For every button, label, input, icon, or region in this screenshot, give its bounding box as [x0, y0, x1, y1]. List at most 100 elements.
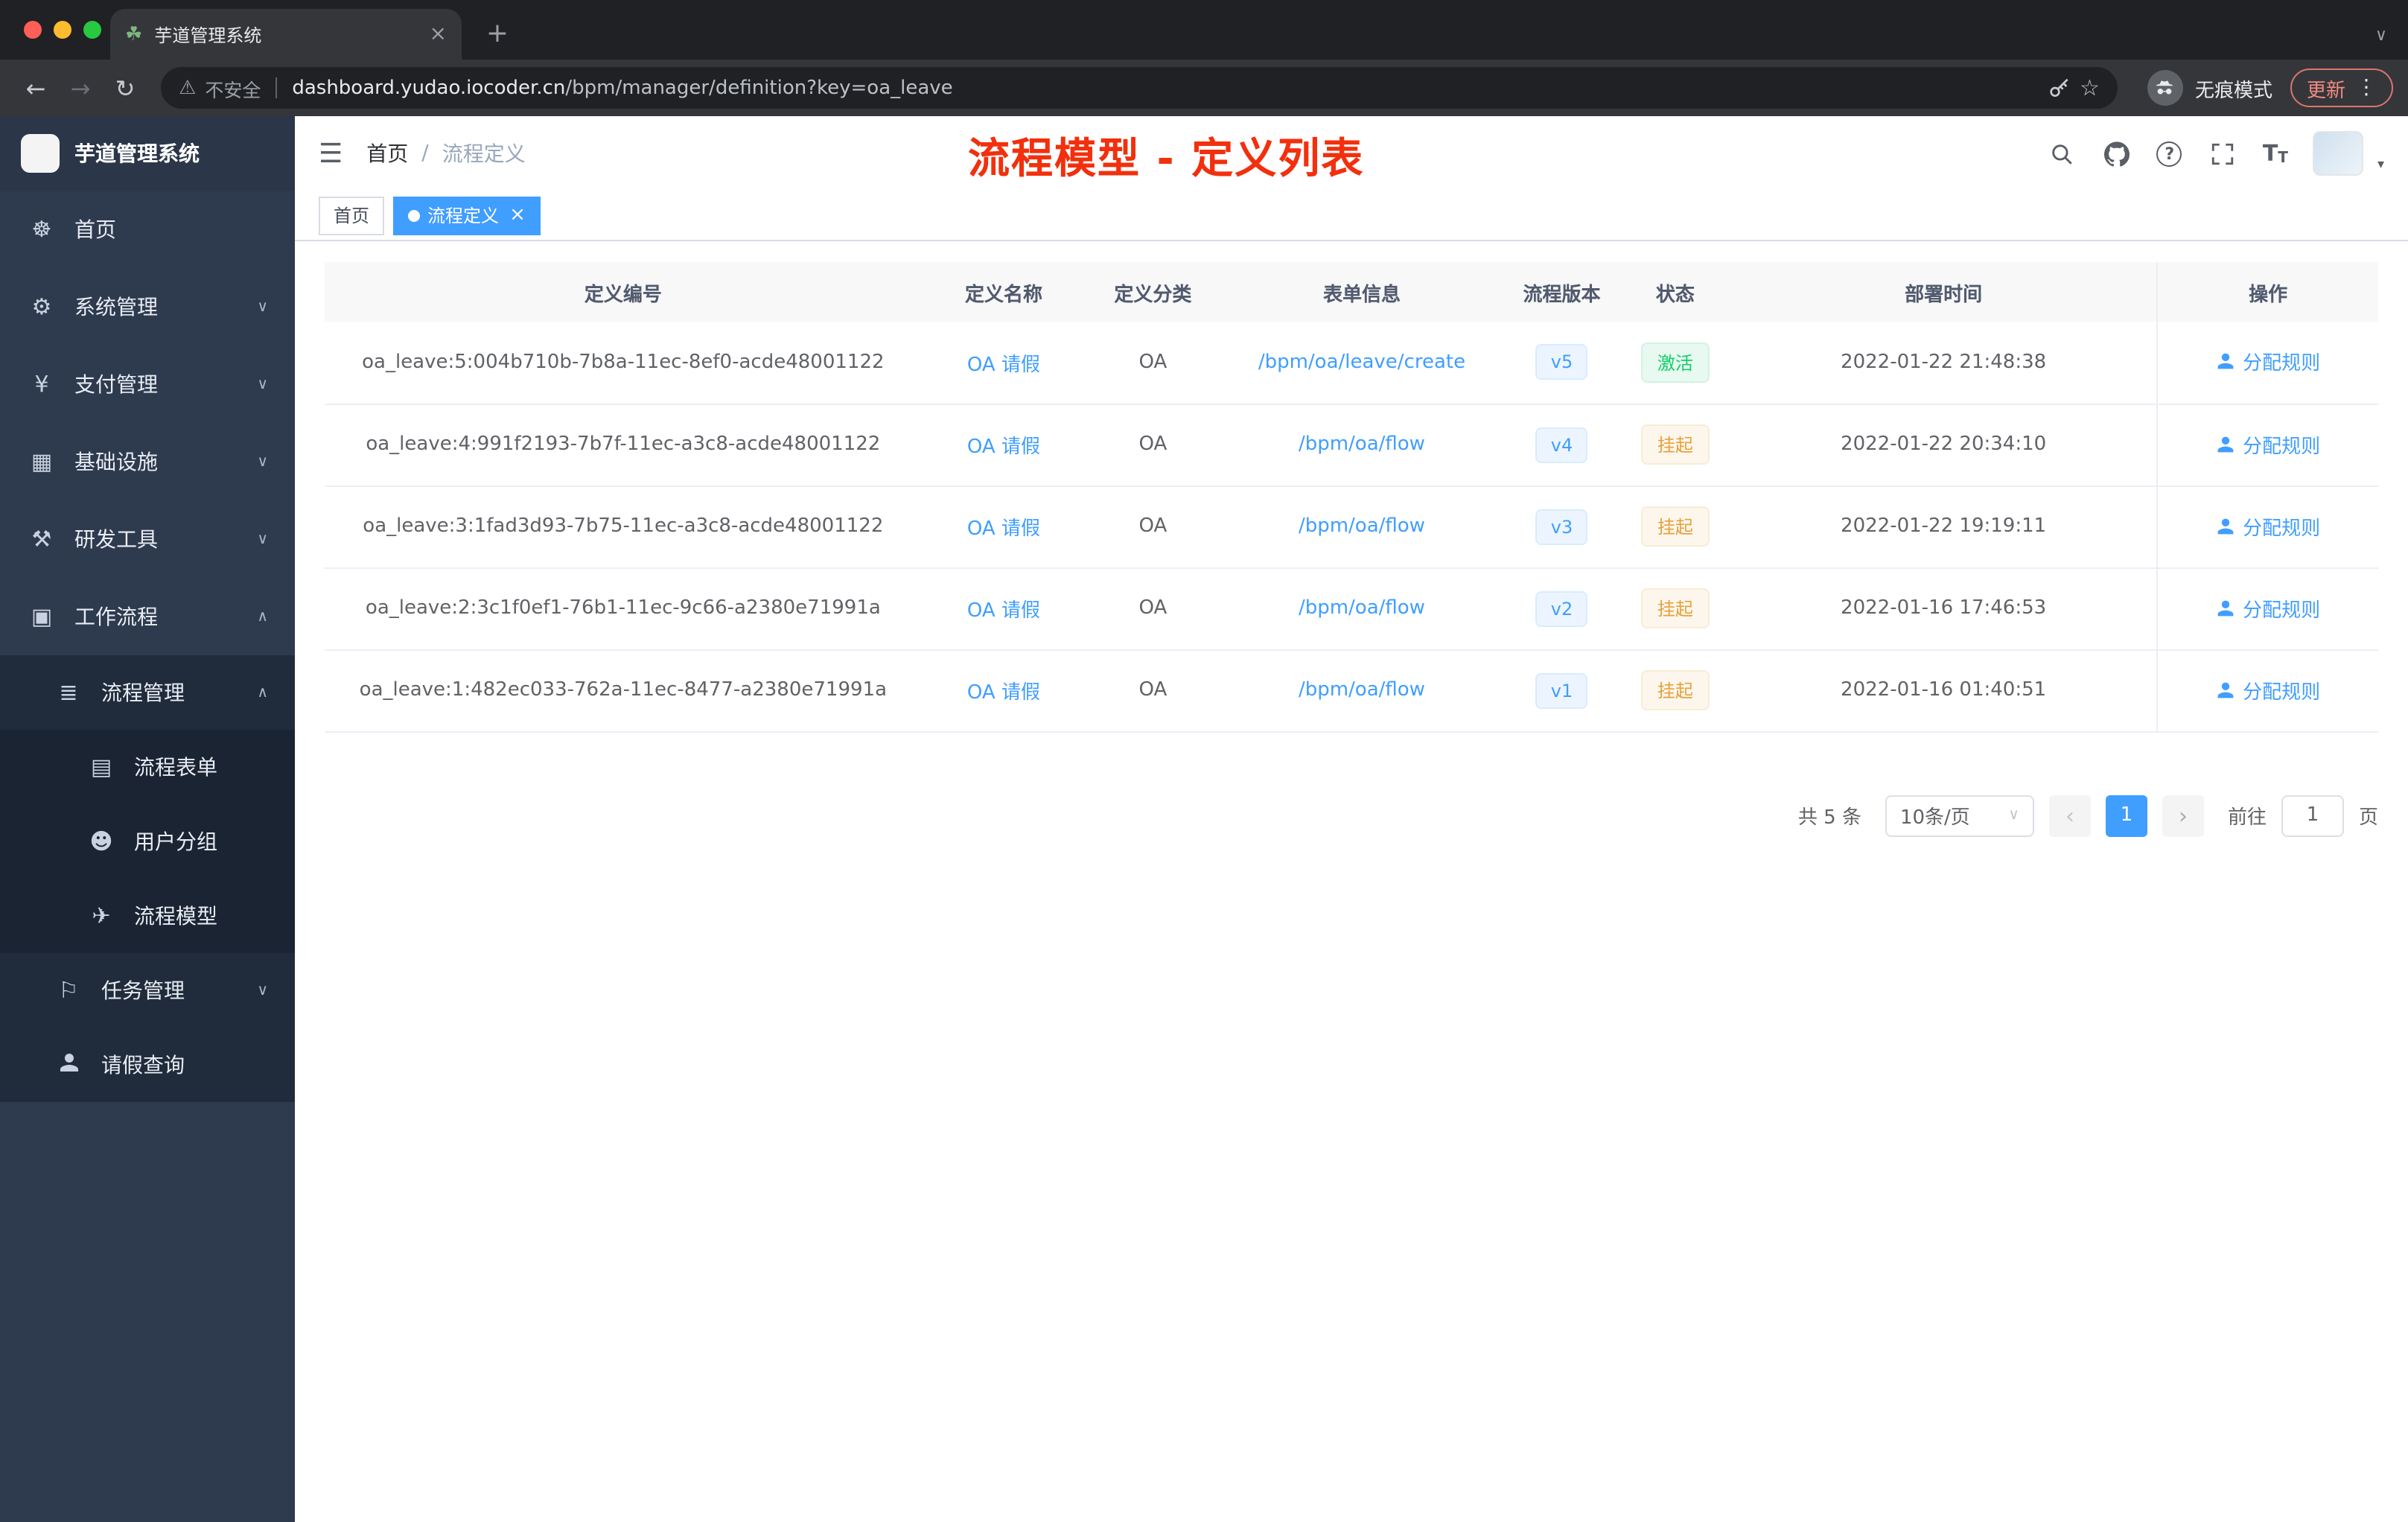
window-controls — [24, 21, 101, 39]
incognito-label: 无痕模式 — [2194, 80, 2272, 102]
form-icon: ▤ — [90, 754, 112, 780]
close-icon[interactable]: × — [509, 204, 526, 226]
assign-rule-link[interactable]: 分配规则 — [2216, 593, 2320, 622]
definition-name-link[interactable]: OA 请假 — [967, 682, 1040, 704]
tools-icon: ⚒ — [31, 526, 52, 553]
sidebar-item-label: 首页 — [74, 219, 116, 243]
search-icon[interactable] — [2047, 138, 2077, 168]
app-logo-row[interactable]: 芋道管理系统 — [0, 116, 295, 191]
workflow-icon: ▣ — [31, 603, 53, 630]
pagination: 共 5 条 10条/页 ∨ ‹ 1 › 前往 页 — [325, 795, 2378, 836]
sidebar-item-task-management[interactable]: ⚐ 任务管理 ∨ — [0, 953, 295, 1028]
column-header: 状态 — [1619, 262, 1730, 322]
app-root: 芋道管理系统 ☸ 首页 ⚙ 系统管理 ∨ ¥ 支付管理 ∨ ▦ 基础设施 ∨ ⚒… — [0, 116, 2408, 1522]
table-row: oa_leave:1:482ec033-762a-11ec-8477-a2380… — [325, 649, 2378, 732]
status-badge: 激活 — [1640, 342, 1710, 383]
assign-rule-link[interactable]: 分配规则 — [2216, 675, 2320, 704]
new-tab-button[interactable]: + — [477, 12, 518, 54]
sidebar-item-process-management[interactable]: ≣ 流程管理 ∧ — [0, 655, 295, 730]
next-page-button[interactable]: › — [2162, 795, 2204, 836]
caret-down-icon[interactable]: ▾ — [2377, 158, 2384, 176]
sidebar-item-payment-management[interactable]: ¥ 支付管理 ∨ — [0, 346, 295, 423]
security-warning-icon[interactable]: ⚠ — [179, 77, 196, 99]
app-title: 芋道管理系统 — [74, 143, 200, 167]
sidebar-item-dev-tools[interactable]: ⚒ 研发工具 ∨ — [0, 500, 295, 578]
chevron-down-icon: ∨ — [257, 376, 268, 392]
table-header-row: 定义编号 定义名称 定义分类 表单信息 流程版本 状态 部署时间 操作 — [325, 262, 2378, 322]
goto-page-input[interactable] — [2281, 795, 2344, 836]
definition-category: OA — [1086, 567, 1220, 650]
fullscreen-icon[interactable] — [2208, 138, 2237, 168]
version-badge: v5 — [1535, 344, 1588, 380]
sidebar-item-label: 任务管理 — [101, 980, 185, 1004]
sidebar-item-user-group[interactable]: ☻ 用户分组 — [0, 804, 295, 879]
browser-menu-icon[interactable]: ⋮ — [2356, 76, 2377, 100]
prev-page-button[interactable]: ‹ — [2048, 795, 2091, 836]
sidebar-item-process-form[interactable]: ▤ 流程表单 — [0, 730, 295, 804]
tab-search-chevron-icon[interactable]: ∨ — [2375, 25, 2387, 45]
definition-name-link[interactable]: OA 请假 — [967, 354, 1040, 377]
tag-process-definition[interactable]: 流程定义 × — [393, 196, 541, 235]
sidebar-item-leave-query[interactable]: 请假查询 — [0, 1028, 295, 1102]
url-text: dashboard.yudao.iocoder.cn/bpm/manager/d… — [292, 77, 2038, 99]
address-bar[interactable]: ⚠ 不安全 dashboard.yudao.iocoder.cn/bpm/man… — [161, 67, 2118, 109]
yen-icon: ¥ — [34, 371, 49, 398]
back-button[interactable]: ← — [15, 67, 57, 109]
sidebar-item-home[interactable]: ☸ 首页 — [0, 191, 295, 268]
bookmark-star-icon[interactable]: ☆ — [2080, 74, 2100, 101]
tab-close-icon[interactable]: × — [430, 22, 447, 46]
window-close-button[interactable] — [24, 21, 42, 39]
tag-home[interactable]: 首页 — [319, 196, 385, 235]
assign-rule-link[interactable]: 分配规则 — [2216, 512, 2320, 540]
incognito-badge: 无痕模式 — [2147, 70, 2272, 106]
definition-name-link[interactable]: OA 请假 — [967, 600, 1040, 623]
breadcrumb-current: 流程定义 — [442, 143, 526, 167]
window-minimize-button[interactable] — [54, 21, 71, 39]
version-badge: v1 — [1535, 672, 1588, 708]
definition-name-link[interactable]: OA 请假 — [967, 436, 1040, 459]
form-link[interactable]: /bpm/oa/flow — [1299, 679, 1425, 701]
password-key-icon[interactable] — [2047, 76, 2071, 100]
assign-rule-link[interactable]: 分配规则 — [2216, 348, 2320, 376]
browser-window: ☘ 芋道管理系统 × + ∨ ← → ↻ ⚠ 不安全 dashboard.yud… — [0, 0, 2408, 1522]
form-link[interactable]: /bpm/oa/flow — [1299, 433, 1425, 456]
sidebar-item-label: 研发工具 — [74, 529, 158, 553]
definition-name-link[interactable]: OA 请假 — [967, 518, 1040, 541]
page-number-button[interactable]: 1 — [2105, 795, 2147, 836]
sidebar-item-label: 用户分组 — [134, 831, 217, 855]
font-size-icon[interactable]: TT — [2263, 140, 2288, 167]
assign-rule-link[interactable]: 分配规则 — [2216, 430, 2320, 458]
form-link[interactable]: /bpm/oa/leave/create — [1258, 351, 1465, 374]
sidebar-item-infrastructure[interactable]: ▦ 基础设施 ∨ — [0, 423, 295, 500]
breadcrumb-home[interactable]: 首页 — [366, 138, 408, 168]
update-button[interactable]: 更新 ⋮ — [2290, 69, 2393, 107]
browser-tab-strip: ☘ 芋道管理系统 × + ∨ — [0, 0, 2408, 60]
header-actions: ? TT ▾ — [2047, 131, 2384, 176]
sidebar-item-process-model[interactable]: ✈ 流程模型 — [0, 879, 295, 953]
reload-button[interactable]: ↻ — [104, 67, 146, 109]
form-link[interactable]: /bpm/oa/flow — [1299, 515, 1425, 538]
tag-label: 首页 — [334, 206, 370, 226]
browser-tab[interactable]: ☘ 芋道管理系统 × — [110, 9, 462, 60]
sidebar-toggle-icon[interactable]: ☰ — [319, 138, 343, 169]
page-size-select[interactable]: 10条/页 ∨ — [1885, 795, 2034, 836]
chevron-up-icon: ∧ — [257, 608, 268, 625]
definition-id: oa_leave:2:3c1f0ef1-76b1-11ec-9c66-a2380… — [325, 567, 922, 650]
column-header: 部署时间 — [1730, 262, 2158, 322]
sidebar-item-workflow[interactable]: ▣ 工作流程 ∧ — [0, 578, 295, 655]
chevron-down-icon: ∨ — [2008, 807, 2019, 824]
sidebar-item-label: 流程模型 — [134, 905, 217, 929]
app-header: ☰ 首页 / 流程定义 流程模型 - 定义列表 ? T T ▾ — [295, 116, 2408, 191]
form-link[interactable]: /bpm/oa/flow — [1299, 597, 1425, 620]
github-icon[interactable] — [2102, 138, 2132, 168]
window-zoom-button[interactable] — [83, 21, 101, 39]
column-header: 定义编号 — [325, 262, 922, 322]
forward-button[interactable]: → — [60, 67, 101, 109]
help-icon[interactable]: ? — [2156, 141, 2182, 166]
table-row: oa_leave:5:004b710b-7b8a-11ec-8ef0-acde4… — [325, 322, 2378, 404]
avatar[interactable] — [2313, 131, 2364, 176]
chevron-down-icon: ∨ — [257, 531, 268, 547]
incognito-icon — [2147, 70, 2183, 106]
sidebar-item-system-management[interactable]: ⚙ 系统管理 ∨ — [0, 268, 295, 346]
tab-favicon-icon: ☘ — [125, 23, 143, 45]
